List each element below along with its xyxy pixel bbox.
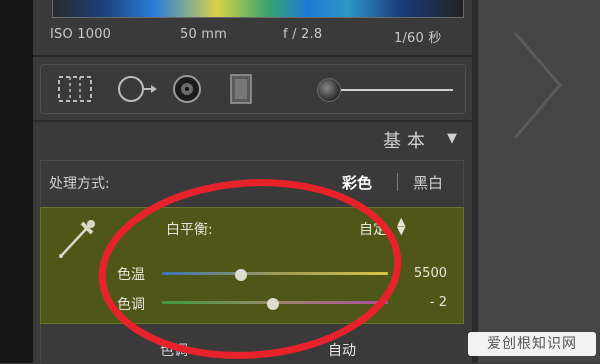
temp-value[interactable]: 5500 bbox=[397, 266, 447, 281]
panel-scrollbar[interactable] bbox=[472, 0, 478, 363]
red-eye-icon[interactable] bbox=[169, 73, 205, 105]
adjustment-brush-icon[interactable] bbox=[317, 78, 341, 102]
tint-label: 色调 bbox=[117, 297, 145, 313]
treatment-color-button[interactable]: 彩色 bbox=[342, 172, 372, 193]
crop-icon[interactable] bbox=[55, 73, 95, 105]
treatment-bw-button[interactable]: 黑白 bbox=[413, 172, 443, 193]
exif-aperture: f / 2.8 bbox=[283, 27, 323, 42]
tone-label: 色调 bbox=[160, 343, 188, 359]
white-balance-select[interactable]: 自定 bbox=[359, 219, 387, 239]
divider bbox=[33, 55, 472, 57]
treatment-label: 处理方式: bbox=[49, 176, 110, 192]
exif-shutter: 1/60 秒 bbox=[394, 31, 442, 46]
arrow-down-icon: ▼ bbox=[397, 224, 406, 237]
chevron-right-icon[interactable] bbox=[505, 28, 565, 143]
separator bbox=[397, 173, 398, 191]
temp-slider-track[interactable] bbox=[162, 272, 388, 275]
section-title[interactable]: 基本 bbox=[383, 127, 431, 153]
adjustment-brush-slider[interactable] bbox=[341, 89, 453, 91]
tone-row: 色调 自动 bbox=[40, 324, 464, 363]
select-arrows-icon[interactable]: ▲ ▼ bbox=[397, 216, 406, 237]
filmstrip-edge bbox=[0, 0, 33, 363]
temp-label: 色温 bbox=[117, 267, 145, 283]
auto-tone-button[interactable]: 自动 bbox=[328, 340, 356, 360]
exif-focal-length: 50 mm bbox=[180, 27, 228, 42]
tint-value[interactable]: - 2 bbox=[397, 295, 447, 310]
graduated-filter-icon[interactable] bbox=[227, 73, 255, 105]
white-balance-section: 白平衡: 自定 ▲ ▼ 色温 5500 色调 - 2 bbox=[40, 207, 464, 324]
spot-removal-icon[interactable] bbox=[115, 73, 159, 105]
exif-iso: ISO 1000 bbox=[50, 27, 112, 42]
watermark: 爱创根知识网 bbox=[468, 332, 596, 356]
treatment-row: 处理方式: 彩色 黑白 bbox=[40, 160, 464, 206]
histogram bbox=[52, 0, 464, 18]
tool-strip bbox=[40, 64, 466, 114]
divider bbox=[33, 120, 472, 122]
white-balance-label: 白平衡: bbox=[166, 222, 213, 238]
eyedropper-icon[interactable] bbox=[51, 214, 101, 264]
collapse-arrow-icon[interactable]: ▼ bbox=[447, 131, 457, 146]
